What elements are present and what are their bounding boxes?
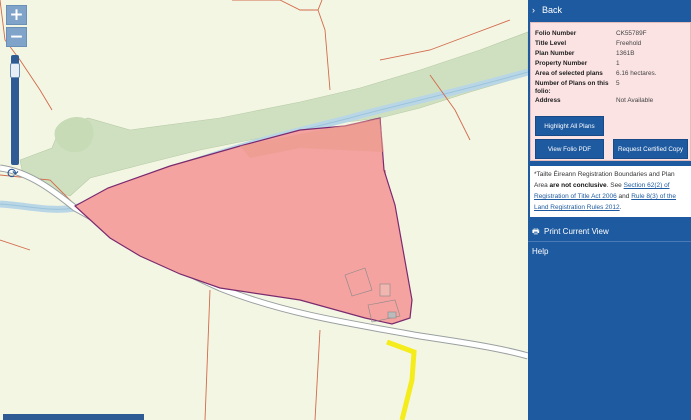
- refresh-icon[interactable]: ⟳: [7, 166, 19, 182]
- folio-value: 5: [616, 80, 620, 87]
- back-button[interactable]: › Back: [528, 0, 691, 22]
- printer-icon: 🖶: [532, 227, 540, 236]
- map-view[interactable]: + − ⟳: [0, 0, 528, 420]
- folio-row: Number of Plans on this folio: 5: [535, 79, 686, 96]
- folio-row: Plan Number 1361B: [535, 49, 686, 59]
- request-certified-copy-button[interactable]: Request Certified Copy: [613, 139, 688, 159]
- zoom-out-button[interactable]: −: [6, 27, 27, 47]
- folio-row: Title Level Freehold: [535, 39, 686, 49]
- folio-value: CK55789F: [616, 30, 647, 37]
- folio-row: Property Number 1: [535, 59, 686, 69]
- folio-label: Area of selected plans: [535, 70, 603, 77]
- zoom-in-button[interactable]: +: [6, 5, 27, 25]
- folio-label: Plan Number: [535, 50, 575, 57]
- folio-value: 1361B: [616, 50, 635, 57]
- chevron-right-icon: ›: [532, 5, 535, 15]
- folio-label: Address: [535, 97, 561, 104]
- folio-value: 1: [616, 60, 620, 67]
- view-folio-pdf-button[interactable]: View Folio PDF: [535, 139, 604, 159]
- folio-label: Property Number: [535, 60, 588, 67]
- folio-value: Not Available: [616, 97, 654, 104]
- info-panel: › Back Folio Number CK55789F Title Level …: [528, 0, 691, 420]
- notice-text: .: [619, 204, 622, 211]
- notice-bold-text: are not conclusive: [549, 182, 607, 189]
- disclaimer-notice: *Tailte Éireann Registration Boundaries …: [530, 166, 691, 217]
- folio-label: Folio Number: [535, 30, 577, 37]
- help-link[interactable]: Help: [532, 247, 548, 256]
- print-label: Print Current View: [544, 227, 609, 236]
- notice-text: . See: [606, 182, 624, 189]
- back-label: Back: [542, 5, 563, 15]
- folio-row: Folio Number CK55789F: [535, 29, 686, 39]
- map-canvas[interactable]: [0, 0, 528, 420]
- notice-text: and: [616, 193, 632, 200]
- zoom-slider-handle[interactable]: [10, 62, 20, 78]
- print-current-view-button[interactable]: 🖶 Print Current View: [532, 226, 609, 240]
- scale-bar: [3, 414, 144, 420]
- highlighted-lane: [386, 339, 417, 420]
- folio-row: Address Not Available: [535, 96, 686, 106]
- folio-label: Number of Plans on this folio:: [535, 80, 609, 95]
- folio-row: Area of selected plans 6.16 hectares.: [535, 69, 686, 79]
- highlight-all-plans-button[interactable]: Highlight All Plans: [535, 116, 604, 136]
- folio-label: Title Level: [535, 40, 567, 47]
- folio-value: Freehold: [616, 40, 642, 47]
- folio-value: 6.16 hectares.: [616, 70, 657, 77]
- divider: [528, 241, 691, 242]
